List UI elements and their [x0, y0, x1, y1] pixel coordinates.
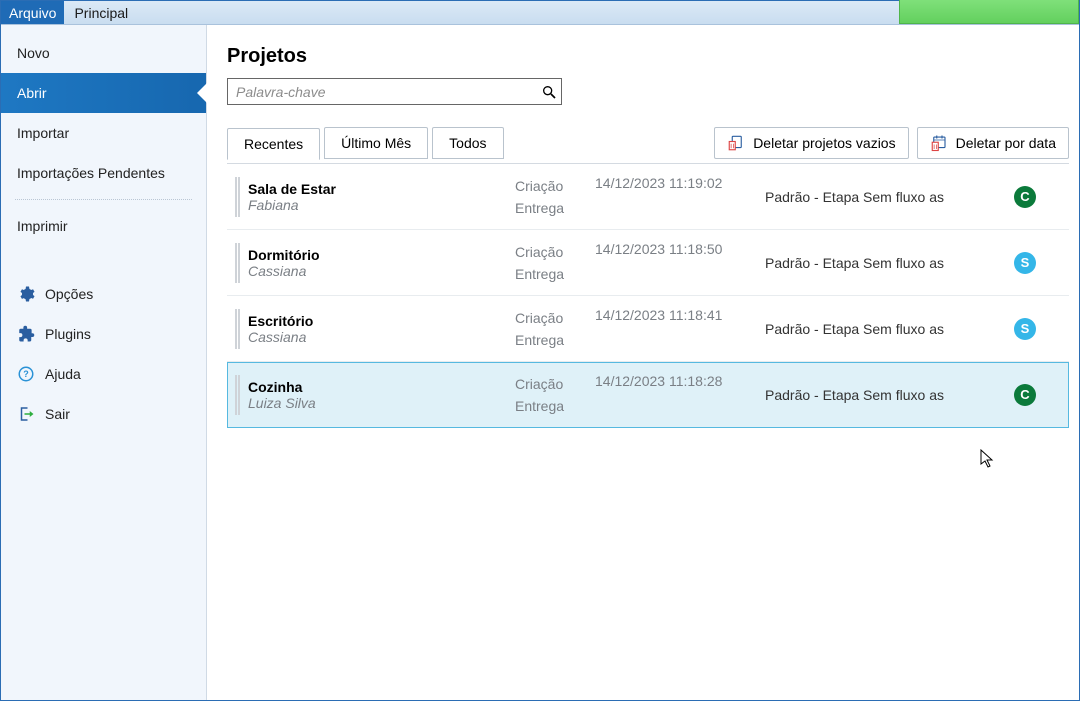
ribbon-tab-file[interactable]: Arquivo	[1, 1, 64, 24]
svg-text:?: ?	[23, 369, 29, 379]
project-owner: Fabiana	[248, 197, 336, 213]
drag-handle-icon[interactable]	[235, 243, 240, 283]
project-created-date: 14/12/2023 11:19:02	[595, 164, 765, 191]
delete-empty-projects-button[interactable]: Deletar projetos vazios	[714, 127, 908, 159]
trash-page-icon	[727, 134, 745, 152]
ribbon-tab-principal[interactable]: Principal	[64, 1, 138, 24]
sidebar-item-sair[interactable]: Sair	[1, 394, 206, 434]
sidebar-item-label: Importações Pendentes	[17, 165, 165, 181]
button-label: Deletar projetos vazios	[753, 135, 895, 151]
sidebar-item-importacoes-pendentes[interactable]: Importações Pendentes	[1, 153, 206, 193]
search-button[interactable]	[537, 80, 560, 103]
project-row[interactable]: Sala de Estar Fabiana Criação Entrega 14…	[227, 164, 1069, 230]
project-created-date: 14/12/2023 11:18:41	[595, 296, 765, 323]
search-input[interactable]	[227, 78, 562, 105]
project-row[interactable]: Cozinha Luiza Silva Criação Entrega 14/1…	[227, 362, 1069, 428]
sidebar-item-importar[interactable]: Importar	[1, 113, 206, 153]
sidebar-item-abrir[interactable]: Abrir	[1, 73, 206, 113]
sidebar-item-label: Plugins	[45, 326, 91, 342]
drag-handle-icon[interactable]	[235, 177, 240, 217]
filter-tabs: Recentes Último Mês Todos	[227, 127, 504, 159]
tab-todos[interactable]: Todos	[432, 127, 503, 159]
project-list: Sala de Estar Fabiana Criação Entrega 14…	[227, 163, 1069, 690]
ribbon-tabs: Arquivo Principal	[1, 1, 1079, 25]
drag-handle-icon[interactable]	[235, 309, 240, 349]
sidebar-item-imprimir[interactable]: Imprimir	[1, 206, 206, 246]
project-name: Sala de Estar	[248, 181, 336, 197]
project-name: Escritório	[248, 313, 313, 329]
sidebar-separator	[15, 199, 192, 200]
project-row[interactable]: Dormitório Cassiana Criação Entrega 14/1…	[227, 230, 1069, 296]
project-row[interactable]: Escritório Cassiana Criação Entrega 14/1…	[227, 296, 1069, 362]
search-icon	[541, 84, 557, 100]
project-owner: Cassiana	[248, 329, 313, 345]
sidebar-item-label: Imprimir	[17, 218, 68, 234]
sidebar: Novo Abrir Importar Importações Pendente…	[1, 25, 207, 700]
page-title: Projetos	[227, 45, 1069, 68]
project-date-labels: Criação Entrega	[515, 178, 595, 216]
ribbon-green-indicator	[899, 0, 1079, 24]
sidebar-item-opcoes[interactable]: Opções	[1, 274, 206, 314]
project-flow: Padrão - Etapa Sem fluxo as	[765, 189, 995, 205]
status-badge: C	[1014, 384, 1036, 406]
project-created-date: 14/12/2023 11:18:50	[595, 230, 765, 257]
project-flow: Padrão - Etapa Sem fluxo as	[765, 321, 995, 337]
status-badge: C	[1014, 186, 1036, 208]
toolbar: Recentes Último Mês Todos Deletar projet…	[227, 127, 1069, 159]
status-badge: S	[1014, 318, 1036, 340]
project-created-date: 14/12/2023 11:18:28	[595, 362, 765, 389]
sidebar-item-label: Ajuda	[45, 366, 81, 382]
sidebar-item-novo[interactable]: Novo	[1, 33, 206, 73]
puzzle-icon	[17, 325, 35, 343]
sidebar-item-label: Novo	[17, 45, 50, 61]
sidebar-item-label: Sair	[45, 406, 70, 422]
button-label: Deletar por data	[956, 135, 1056, 151]
project-owner: Cassiana	[248, 263, 320, 279]
project-owner: Luiza Silva	[248, 395, 316, 411]
sidebar-item-label: Abrir	[17, 85, 47, 101]
delete-by-date-button[interactable]: Deletar por data	[917, 127, 1069, 159]
trash-calendar-icon	[930, 134, 948, 152]
tab-ultimo-mes[interactable]: Último Mês	[324, 127, 428, 159]
gear-icon	[17, 285, 35, 303]
project-name: Dormitório	[248, 247, 320, 263]
sidebar-item-plugins[interactable]: Plugins	[1, 314, 206, 354]
project-flow: Padrão - Etapa Sem fluxo as	[765, 255, 995, 271]
sidebar-item-label: Importar	[17, 125, 69, 141]
exit-icon	[17, 405, 35, 423]
help-icon: ?	[17, 365, 35, 383]
project-name: Cozinha	[248, 379, 316, 395]
project-date-labels: Criação Entrega	[515, 376, 595, 414]
tab-recentes[interactable]: Recentes	[227, 128, 320, 160]
sidebar-item-label: Opções	[45, 286, 93, 302]
search-wrap	[227, 78, 562, 105]
project-date-labels: Criação Entrega	[515, 310, 595, 348]
content-area: Projetos Recentes Último Mês Todos	[207, 25, 1079, 700]
status-badge: S	[1014, 252, 1036, 274]
project-flow: Padrão - Etapa Sem fluxo as	[765, 387, 995, 403]
sidebar-item-ajuda[interactable]: ? Ajuda	[1, 354, 206, 394]
drag-handle-icon[interactable]	[235, 375, 240, 415]
project-date-labels: Criação Entrega	[515, 244, 595, 282]
